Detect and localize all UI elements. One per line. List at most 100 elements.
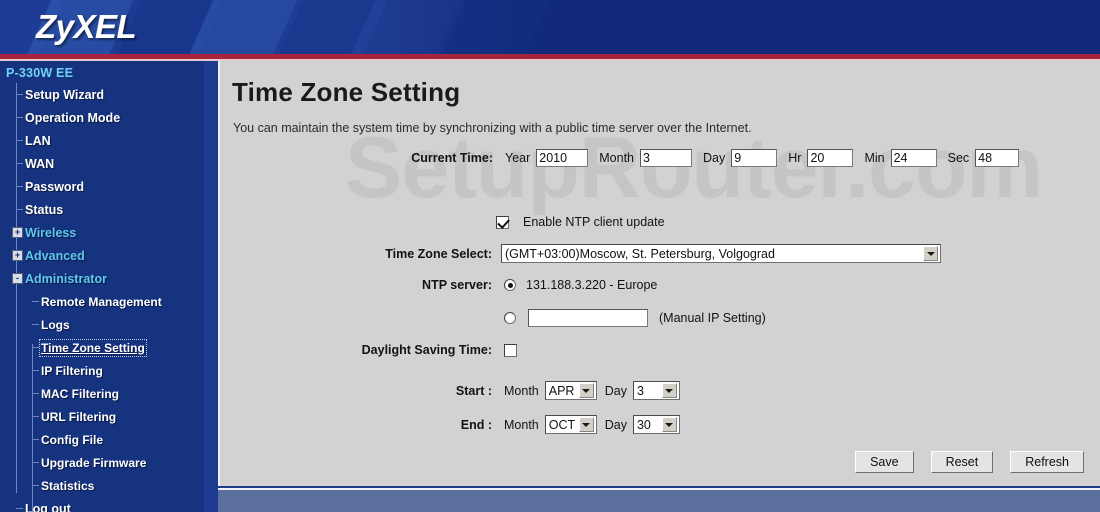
sidebar-item-lan[interactable]: LAN (0, 129, 204, 152)
sidebar-item-label: Upgrade Firmware (41, 455, 147, 470)
sidebar-item-advanced[interactable]: + Advanced (0, 244, 204, 267)
sidebar-item-label: Config File (41, 432, 103, 447)
hour-label: Hr (788, 151, 802, 165)
sidebar-item-label: Remote Management (41, 294, 162, 309)
timezone-select[interactable]: (GMT+03:00)Moscow, St. Petersburg, Volgo… (501, 244, 941, 263)
ntp-manual-ip-input[interactable] (528, 309, 648, 327)
daylight-start-label: Start : (455, 383, 492, 398)
end-month-value: OCT (548, 417, 576, 432)
chevron-down-icon[interactable] (923, 246, 938, 261)
tree-branch-icon (32, 485, 39, 486)
sidebar-item-wireless[interactable]: + Wireless (0, 221, 204, 244)
day-label: Day (703, 151, 726, 165)
tree-branch-icon (32, 347, 39, 348)
daylight-end-label: End : (460, 417, 492, 432)
collapse-icon[interactable]: - (12, 273, 23, 284)
end-day-select[interactable]: 30 (632, 415, 680, 434)
sidebar-item-config-file[interactable]: Config File (0, 428, 204, 451)
sidebar-model-label: P-330W EE (6, 66, 74, 80)
current-time-label: Current Time: (411, 151, 493, 165)
tree-branch-icon (16, 163, 23, 164)
year-label: Year (505, 151, 531, 165)
ntp-preset-label: 131.188.3.220 - Europe (526, 278, 658, 292)
sidebar-item-password[interactable]: Password (0, 175, 204, 198)
ntp-preset-radio[interactable] (504, 279, 516, 291)
sidebar-item-operation-mode[interactable]: Operation Mode (0, 106, 204, 129)
hour-input[interactable] (807, 149, 854, 167)
chevron-down-icon[interactable] (661, 417, 677, 432)
end-month-label: Month (504, 417, 539, 432)
page-description: You can maintain the system time by sync… (233, 121, 752, 135)
sidebar-item-label: Log out (25, 501, 71, 512)
daylight-saving-checkbox[interactable] (504, 343, 517, 357)
sidebar-item-label: Administrator (25, 271, 107, 286)
second-input[interactable] (975, 149, 1020, 167)
enable-ntp-checkbox[interactable] (496, 215, 509, 229)
sidebar-item-remote-management[interactable]: Remote Management (0, 290, 204, 313)
minute-label: Min (864, 151, 885, 165)
sidebar-item-administrator[interactable]: - Administrator (0, 267, 204, 290)
header-gradient-overlay (380, 0, 640, 54)
sidebar-item-setup-wizard[interactable]: Setup Wizard (0, 83, 204, 106)
minute-input[interactable] (890, 149, 937, 167)
timezone-label: Time Zone Select: (385, 246, 492, 261)
enable-ntp-row[interactable]: Enable NTP client update (496, 215, 665, 229)
sidebar-item-url-filtering[interactable]: URL Filtering (0, 405, 204, 428)
sidebar-item-label: URL Filtering (41, 409, 117, 424)
start-month-select[interactable]: APR (544, 381, 597, 400)
sidebar-item-label: Time Zone Setting (39, 338, 147, 357)
start-month-label: Month (504, 383, 539, 398)
year-input[interactable] (536, 149, 589, 167)
sidebar-item-ip-filtering[interactable]: IP Filtering (0, 359, 204, 382)
tree-branch-icon (16, 140, 23, 141)
end-day-value: 30 (636, 417, 651, 432)
reset-button[interactable]: Reset (930, 451, 994, 473)
month-input[interactable] (640, 149, 693, 167)
day-input[interactable] (731, 149, 778, 167)
daylight-end-row: End : Month OCT Day 30 (410, 415, 680, 434)
sidebar-item-statistics[interactable]: Statistics (0, 474, 204, 497)
sidebar-item-label: WAN (25, 156, 55, 171)
ntp-manual-radio[interactable] (504, 312, 516, 324)
sidebar-tree: Setup Wizard Operation Mode LAN WAN Password… (0, 83, 204, 512)
ntp-manual-row: (Manual IP Setting) (504, 309, 766, 327)
tree-branch-icon (32, 462, 39, 463)
panel-footer-strip (218, 488, 1100, 512)
month-label: Month (599, 151, 635, 165)
expand-icon[interactable]: + (12, 250, 23, 261)
sidebar-item-label: Password (25, 179, 85, 194)
chevron-down-icon[interactable] (661, 383, 677, 398)
daylight-saving-row: Daylight Saving Time: (316, 343, 517, 357)
zyxel-logo: ZyXEL (36, 8, 137, 45)
sidebar-item-time-zone-setting[interactable]: Time Zone Setting (0, 336, 204, 359)
sidebar-item-label: Status (25, 202, 64, 217)
sidebar-nav: P-330W EE Setup Wizard Operation Mode LAN W… (0, 61, 204, 512)
sidebar-item-status[interactable]: Status (0, 198, 204, 221)
sidebar-item-upgrade-firmware[interactable]: Upgrade Firmware (0, 451, 204, 474)
timezone-select-value: (GMT+03:00)Moscow, St. Petersburg, Volgo… (505, 246, 775, 261)
sidebar-item-wan[interactable]: WAN (0, 152, 204, 175)
sidebar-item-label: LAN (25, 133, 51, 148)
sidebar-item-logs[interactable]: Logs (0, 313, 204, 336)
start-month-value: APR (548, 383, 575, 398)
enable-ntp-label: Enable NTP client update (523, 215, 665, 229)
chevron-down-icon[interactable] (578, 417, 594, 432)
chevron-down-icon[interactable] (578, 383, 594, 398)
refresh-button[interactable]: Refresh (1010, 451, 1084, 473)
sidebar-item-log-out[interactable]: Log out (0, 497, 204, 512)
content-area: SetupRouter.com Time Zone Setting You ca… (204, 61, 1100, 512)
expand-icon[interactable]: + (12, 227, 23, 238)
start-day-select[interactable]: 3 (632, 381, 680, 400)
start-day-value: 3 (636, 383, 644, 398)
action-button-bar: Save Reset Refresh (855, 451, 1084, 473)
end-month-select[interactable]: OCT (544, 415, 597, 434)
tree-branch-icon (16, 186, 23, 187)
router-admin-page: ZyXEL P-330W EE Setup Wizard Operation Mo… (0, 0, 1100, 512)
sidebar-item-mac-filtering[interactable]: MAC Filtering (0, 382, 204, 405)
sidebar-item-label: Advanced (25, 248, 85, 263)
tree-branch-icon (32, 439, 39, 440)
tree-branch-icon (32, 393, 39, 394)
save-button[interactable]: Save (855, 451, 914, 473)
tree-branch-icon (16, 508, 23, 509)
ntp-manual-note: (Manual IP Setting) (659, 311, 766, 325)
